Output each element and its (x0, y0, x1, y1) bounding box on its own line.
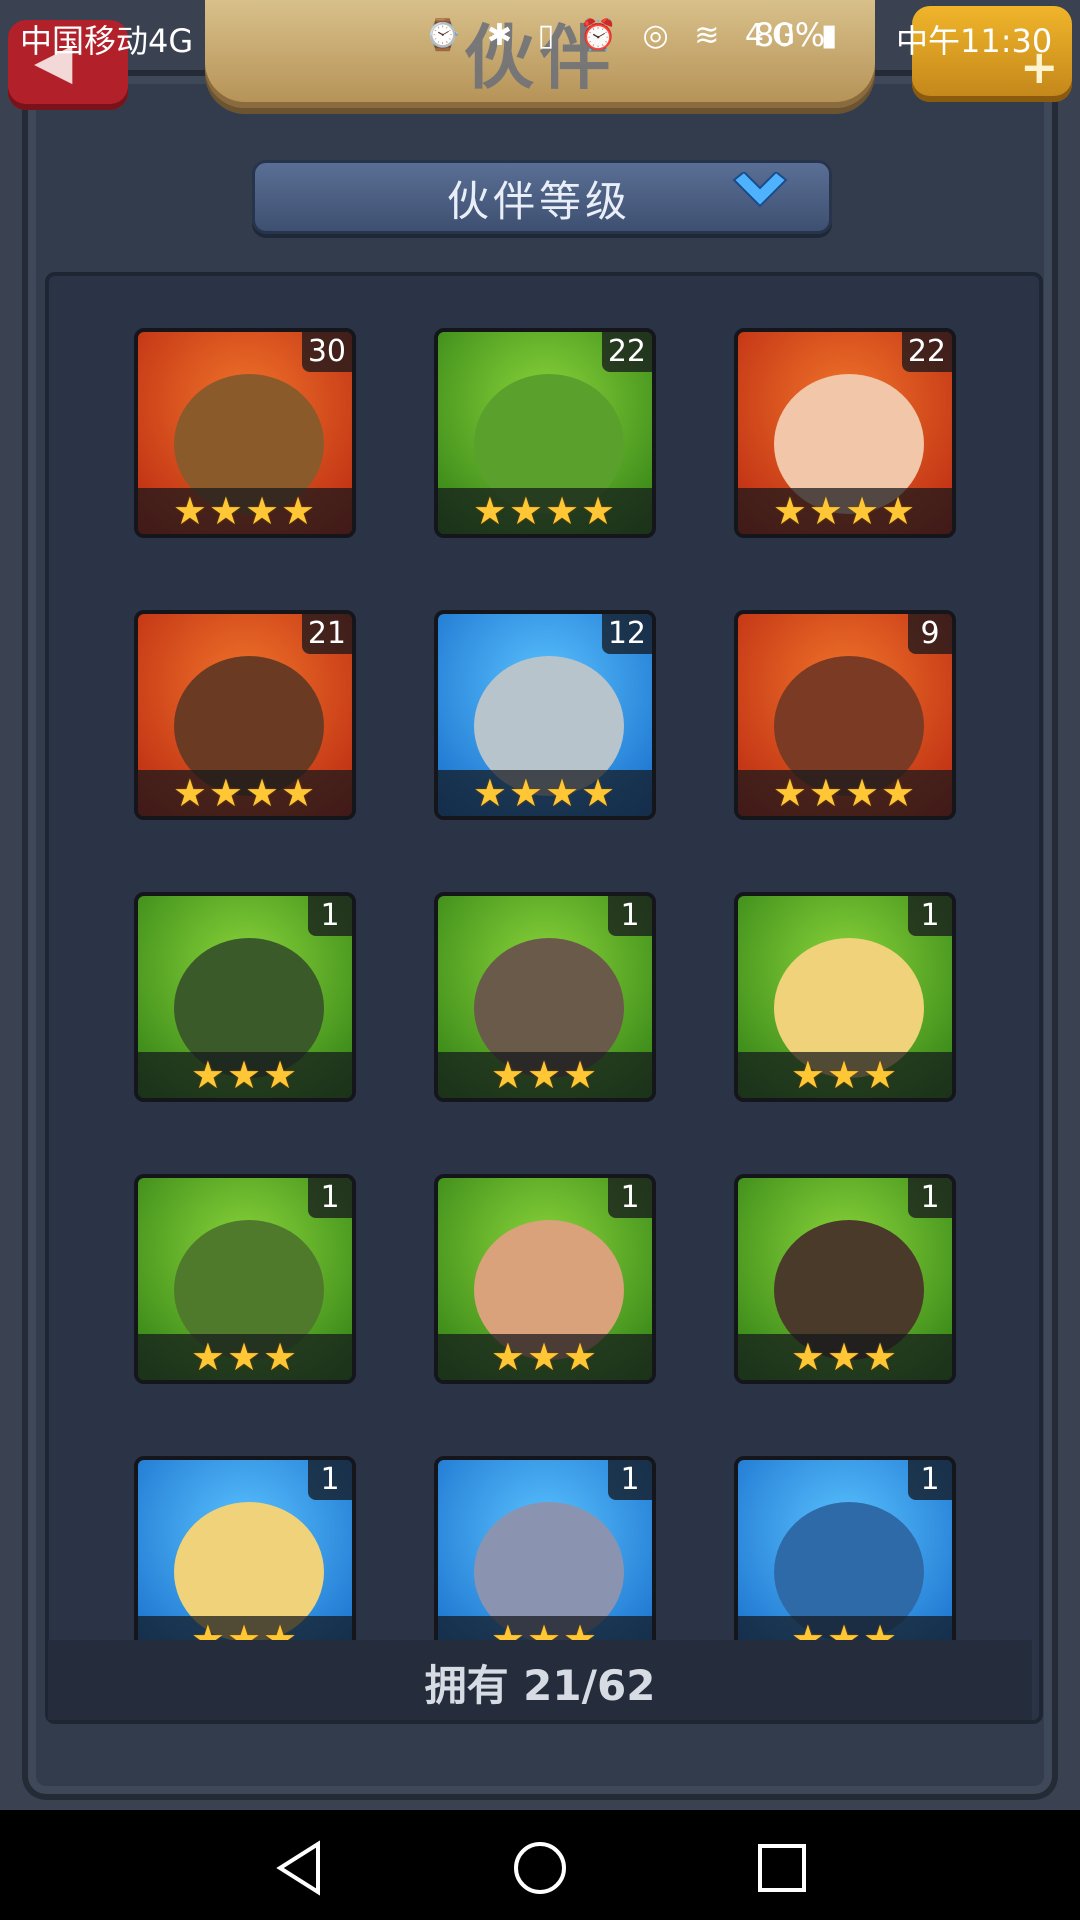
companion-card[interactable]: 1 ★★★ (134, 1174, 356, 1384)
star-rating: ★★★ (138, 1334, 352, 1380)
star-rating: ★★★ (138, 1052, 352, 1098)
companion-card[interactable]: 1 ★★★ (134, 892, 356, 1102)
star-rating: ★★★ (438, 1334, 652, 1380)
companion-card[interactable]: 9 ★★★★ (734, 610, 956, 820)
companion-level: 1 (608, 896, 652, 936)
companion-card[interactable]: 22 ★★★★ (734, 328, 956, 538)
companion-level: 21 (301, 614, 352, 654)
companion-level: 12 (601, 614, 652, 654)
home-nav-icon[interactable] (510, 1838, 570, 1898)
companion-level: 1 (308, 1460, 352, 1500)
clock: 中午11:30 (896, 22, 1053, 60)
star-rating: ★★★★ (138, 488, 352, 534)
star-rating: ★★★★ (738, 770, 952, 816)
companion-card[interactable]: 1 ★★★ (434, 1456, 656, 1666)
status-bar: 中国移动4G ⌚ ✱ ▯ ⏰ ◎ ≋ 4G ▮ 80% 中午11:30 (0, 0, 1080, 72)
companion-card[interactable]: 1 ★★★ (434, 892, 656, 1102)
chevron-down-icon (732, 172, 788, 208)
companion-level: 9 (908, 614, 952, 654)
owned-count-label: 拥有 21/62 (424, 1661, 656, 1710)
battery-percent: 80% (754, 16, 826, 54)
companion-level: 30 (301, 332, 352, 372)
companion-level: 22 (601, 332, 652, 372)
star-rating: ★★★ (738, 1334, 952, 1380)
companion-level: 1 (308, 896, 352, 936)
star-rating: ★★★★ (138, 770, 352, 816)
companion-level: 22 (901, 332, 952, 372)
companion-card[interactable]: 1 ★★★ (434, 1174, 656, 1384)
star-rating: ★★★★ (438, 488, 652, 534)
companion-level: 1 (608, 1460, 652, 1500)
back-nav-icon[interactable] (270, 1838, 330, 1898)
companion-card[interactable]: 1 ★★★ (734, 892, 956, 1102)
companion-card[interactable]: 12 ★★★★ (434, 610, 656, 820)
companion-grid: 30 ★★★★ 22 ★★★★ 22 ★★★★ 21 ★★★★ 12 ★★★★ 9 ★★★★ 1 ★★★ 1… (45, 272, 1043, 1724)
companion-card[interactable]: 30 ★★★★ (134, 328, 356, 538)
star-rating: ★★★ (438, 1052, 652, 1098)
carrier-label: 中国移动4G (20, 22, 194, 60)
recents-nav-icon[interactable] (752, 1838, 812, 1898)
companion-level: 1 (608, 1178, 652, 1218)
companion-card[interactable]: 1 ★★★ (134, 1456, 356, 1666)
star-rating: ★★★★ (438, 770, 652, 816)
star-rating: ★★★ (738, 1052, 952, 1098)
star-rating: ★★★★ (738, 488, 952, 534)
companion-level: 1 (908, 1178, 952, 1218)
companion-card[interactable]: 22 ★★★★ (434, 328, 656, 538)
companion-level: 1 (308, 1178, 352, 1218)
companion-card[interactable]: 1 ★★★ (734, 1456, 956, 1666)
companion-card[interactable]: 21 ★★★★ (134, 610, 356, 820)
companion-level: 1 (908, 1460, 952, 1500)
companion-card[interactable]: 1 ★★★ (734, 1174, 956, 1384)
companion-level: 1 (908, 896, 952, 936)
